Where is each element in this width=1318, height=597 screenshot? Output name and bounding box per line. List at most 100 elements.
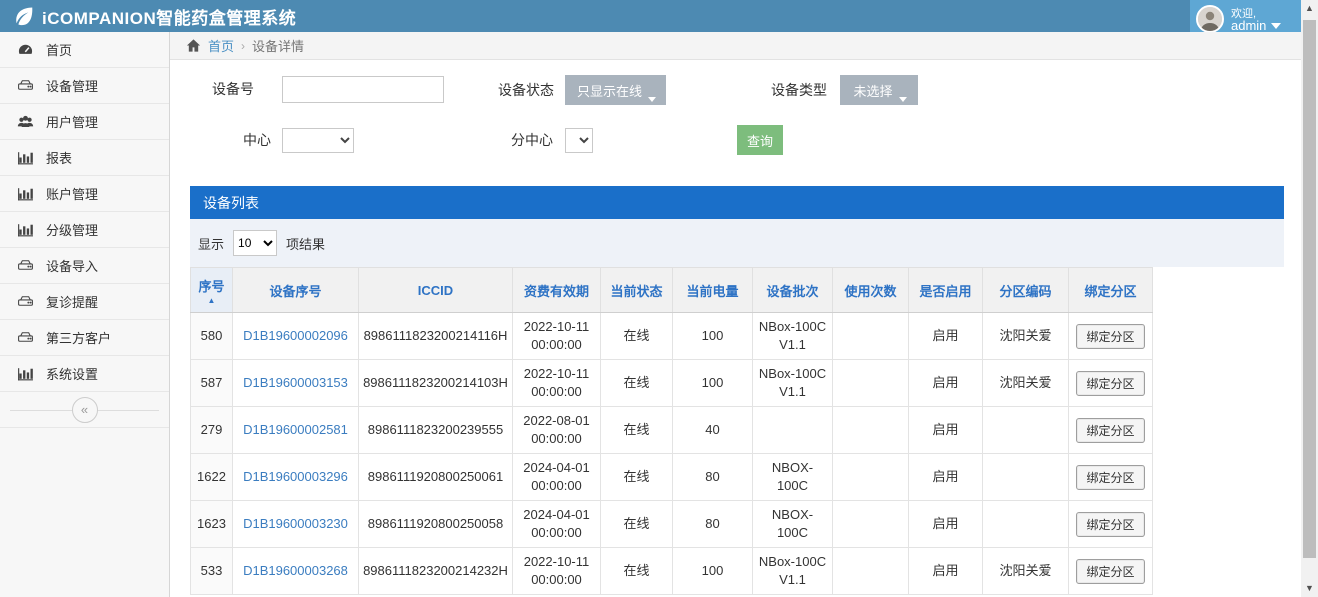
center-label: 中心 [227,127,271,153]
table-row: 580 D1B19600002096 8986111823200214116H … [191,313,1153,360]
cell-batch: NBox-100C V1.1 [753,313,833,360]
cell-seq: 1623 [191,501,233,548]
device-sn-link[interactable]: D1B19600003153 [243,375,348,390]
search-button[interactable]: 查询 [737,125,783,155]
cell-batch: NBOX-100C [753,454,833,501]
device-sn-link[interactable]: D1B19600003296 [243,469,348,484]
cell-partition [983,407,1069,454]
table-row: 1623 D1B19600003230 8986111920800250058 … [191,501,1153,548]
bind-partition-button[interactable]: 绑定分区 [1076,371,1144,396]
col-header-expiry[interactable]: 资费有效期 [513,268,601,313]
cell-expiry: 2022-10-11 00:00:00 [513,360,601,407]
cell-iccid: 8986111823200214232H [359,548,513,595]
sidebar-collapse-button[interactable]: « [72,397,98,423]
sidebar-item-level-mgmt[interactable]: 分级管理 [0,212,169,248]
breadcrumb-separator: › [241,39,245,53]
cell-seq: 1622 [191,454,233,501]
cell-status: 在线 [601,454,673,501]
table-row: 587 D1B19600003153 8986111823200214103H … [191,360,1153,407]
cell-status: 在线 [601,548,673,595]
sidebar-item-label: 首页 [46,40,72,59]
cell-use-count [833,548,909,595]
sidebar-item-user-mgmt[interactable]: 用户管理 [0,104,169,140]
device-table: 序号▲ 设备序号 ICCID 资费有效期 当前状态 当前电量 设备批次 使用次数… [190,267,1153,595]
center-select[interactable] [282,128,354,153]
device-sn-link[interactable]: D1B19600003230 [243,516,348,531]
results-label: 项结果 [286,234,325,253]
bind-partition-button[interactable]: 绑定分区 [1076,559,1144,584]
scroll-up-icon[interactable]: ▲ [1301,0,1318,17]
cell-enabled: 启用 [909,501,983,548]
breadcrumb-home-link[interactable]: 首页 [208,36,234,55]
sidebar-item-label: 复诊提醒 [46,292,98,311]
sidebar-item-label: 设备导入 [46,256,98,275]
subcenter-label: 分中心 [498,127,553,153]
cell-seq: 279 [191,407,233,454]
cell-partition [983,501,1069,548]
bind-partition-button[interactable]: 绑定分区 [1076,465,1144,490]
vertical-scrollbar[interactable]: ▲ ▼ [1301,0,1318,597]
cell-battery: 40 [673,407,753,454]
sidebar-item-label: 第三方客户 [46,328,111,347]
cell-seq: 587 [191,360,233,407]
sidebar-item-label: 用户管理 [46,112,98,131]
sidebar-item-system-settings[interactable]: 系统设置 [0,356,169,392]
table-row: 1622 D1B19600003296 8986111920800250061 … [191,454,1153,501]
cell-batch: NBox-100C V1.1 [753,360,833,407]
sidebar-item-home[interactable]: 首页 [0,32,169,68]
device-no-input[interactable] [282,76,444,103]
scroll-down-icon[interactable]: ▼ [1301,580,1318,597]
page-size-select[interactable]: 10 [233,230,277,256]
col-header-device-sn[interactable]: 设备序号 [233,268,359,313]
col-header-status[interactable]: 当前状态 [601,268,673,313]
sidebar-item-reports[interactable]: 报表 [0,140,169,176]
cell-expiry: 2022-10-11 00:00:00 [513,313,601,360]
sidebar-item-device-import[interactable]: 设备导入 [0,248,169,284]
col-header-battery[interactable]: 当前电量 [673,268,753,313]
col-header-batch[interactable]: 设备批次 [753,268,833,313]
device-sn-link[interactable]: D1B19600002096 [243,328,348,343]
subcenter-select[interactable] [565,128,593,153]
sidebar-item-account-mgmt[interactable]: 账户管理 [0,176,169,212]
col-header-iccid[interactable]: ICCID [359,268,513,313]
col-header-enabled[interactable]: 是否启用 [909,268,983,313]
leaf-logo-icon [14,6,34,26]
dashboard-icon [17,41,34,58]
avatar [1196,5,1224,33]
cell-batch: NBox-100C V1.1 [753,548,833,595]
col-header-seq[interactable]: 序号▲ [191,268,233,313]
cell-iccid: 8986111823200214103H [359,360,513,407]
breadcrumb: 首页 › 设备详情 [170,32,1301,60]
col-header-partition-code[interactable]: 分区编码 [983,268,1069,313]
sidebar-item-revisit-reminder[interactable]: 复诊提醒 [0,284,169,320]
cell-status: 在线 [601,360,673,407]
cell-partition [983,454,1069,501]
device-sn-link[interactable]: D1B19600003268 [243,563,348,578]
device-status-dropdown[interactable]: 只显示在线 [565,75,666,105]
chart-icon [17,185,34,202]
cell-battery: 80 [673,454,753,501]
panel-title: 设备列表 [203,193,259,213]
col-header-bind-partition[interactable]: 绑定分区 [1069,268,1153,313]
cell-iccid: 8986111823200239555 [359,407,513,454]
cell-expiry: 2024-04-01 00:00:00 [513,454,601,501]
scrollbar-thumb[interactable] [1303,20,1316,558]
app-header: iCOMPANION智能药盒管理系统 [0,0,1301,32]
cell-partition: 沈阳关爱 [983,548,1069,595]
cell-iccid: 8986111920800250058 [359,501,513,548]
cell-batch: NBOX-100C [753,501,833,548]
cell-seq: 533 [191,548,233,595]
show-label: 显示 [198,234,224,253]
device-sn-link[interactable]: D1B19600002581 [243,422,348,437]
sidebar-item-third-party[interactable]: 第三方客户 [0,320,169,356]
cell-seq: 580 [191,313,233,360]
bind-partition-button[interactable]: 绑定分区 [1076,324,1144,349]
bind-partition-button[interactable]: 绑定分区 [1076,418,1144,443]
device-type-dropdown[interactable]: 未选择 [840,75,918,105]
bind-partition-button[interactable]: 绑定分区 [1076,512,1144,537]
col-header-use-count[interactable]: 使用次数 [833,268,909,313]
device-list-panel: 设备列表 显示 10 项结果 序号▲ 设备序号 ICCID 资费有效期 当前 [190,186,1284,595]
cell-enabled: 启用 [909,454,983,501]
sidebar-item-device-mgmt[interactable]: 设备管理 [0,68,169,104]
cell-expiry: 2022-10-11 00:00:00 [513,548,601,595]
